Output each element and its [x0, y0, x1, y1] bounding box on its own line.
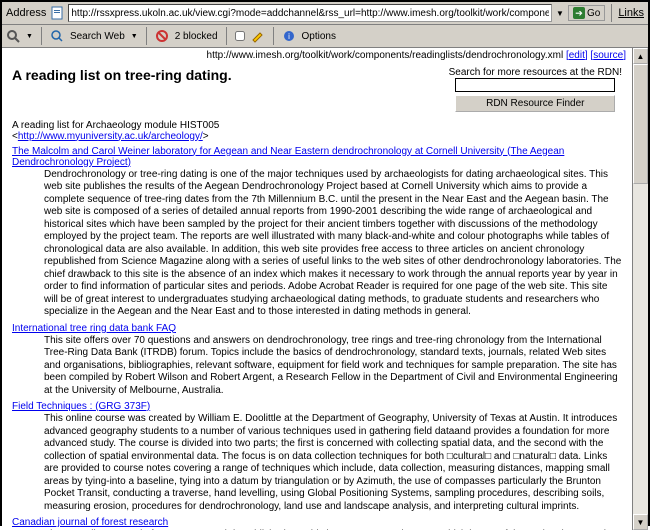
- search-toolbar: ▼ Search Web ▼ 2 blocked i Options: [2, 25, 648, 48]
- rdn-search-button[interactable]: RDN Resource Finder: [455, 95, 615, 112]
- address-bar: Address ▼ ➔ Go Links: [2, 2, 648, 25]
- search-icon[interactable]: [6, 29, 20, 43]
- scroll-up-icon[interactable]: ▲: [633, 48, 648, 64]
- go-arrow-icon: ➔: [573, 7, 585, 19]
- address-input[interactable]: [68, 4, 552, 22]
- edit-link[interactable]: edit: [569, 50, 585, 61]
- entry-body: This site offers over 70 questions and a…: [12, 335, 622, 398]
- links-menu[interactable]: Links: [618, 7, 644, 19]
- page-title: A reading list on tree-ring dating.: [12, 67, 437, 112]
- separator: [273, 27, 274, 45]
- list-item: The Malcolm and Carol Weiner laboratory …: [2, 142, 632, 319]
- subtitle-link[interactable]: http://www.myuniversity.ac.uk/archeology…: [18, 131, 203, 142]
- dropdown-icon[interactable]: ▼: [26, 33, 33, 40]
- entry-link[interactable]: Canadian journal of forest research: [12, 517, 168, 528]
- svg-text:i: i: [288, 32, 290, 41]
- entry-body: Dendrochronology or tree-ring dating is …: [12, 169, 622, 319]
- page-icon: [50, 6, 64, 20]
- list-item: Field Techniques : (GRG 373F) This onlin…: [2, 397, 632, 513]
- separator: [611, 4, 612, 22]
- autofill-checkbox[interactable]: [235, 31, 245, 41]
- go-label: Go: [587, 8, 600, 19]
- scroll-thumb[interactable]: [633, 64, 648, 184]
- autofill-icon: [251, 29, 265, 43]
- entry-link[interactable]: The Malcolm and Carol Weiner laboratory …: [12, 146, 564, 168]
- list-item: Canadian journal of forest research The …: [2, 513, 632, 530]
- dropdown-icon[interactable]: ▼: [556, 9, 564, 18]
- separator: [146, 27, 147, 45]
- blocked-count[interactable]: 2 blocked: [175, 31, 218, 42]
- scroll-track[interactable]: [633, 64, 648, 514]
- address-label: Address: [6, 7, 46, 19]
- subtitle-text: A reading list for Archaeology module HI…: [12, 120, 219, 131]
- list-item: International tree ring data bank FAQ Th…: [2, 319, 632, 398]
- options-icon: i: [282, 29, 296, 43]
- entry-body: This online course was created by Willia…: [12, 413, 622, 513]
- go-button[interactable]: ➔ Go: [568, 5, 605, 21]
- separator: [41, 27, 42, 45]
- source-url: http://www.imesh.org/toolkit/work/compon…: [207, 50, 564, 61]
- search-label: Search for more resources at the RDN!: [449, 67, 622, 78]
- search-web-icon: [50, 29, 64, 43]
- vertical-scrollbar[interactable]: ▲ ▼: [632, 48, 648, 530]
- page-content: http://www.imesh.org/toolkit/work/compon…: [2, 48, 632, 530]
- scroll-down-icon[interactable]: ▼: [633, 514, 648, 530]
- source-line: http://www.imesh.org/toolkit/work/compon…: [2, 48, 632, 63]
- blocked-icon: [155, 29, 169, 43]
- entry-link[interactable]: Field Techniques : (GRG 373F): [12, 401, 150, 412]
- source-link[interactable]: source: [593, 50, 623, 61]
- entry-link[interactable]: International tree ring data bank FAQ: [12, 323, 176, 334]
- dropdown-icon[interactable]: ▼: [131, 33, 138, 40]
- search-web-button[interactable]: Search Web: [70, 31, 125, 42]
- separator: [226, 27, 227, 45]
- options-button[interactable]: Options: [302, 31, 336, 42]
- rdn-search-input[interactable]: [455, 78, 615, 92]
